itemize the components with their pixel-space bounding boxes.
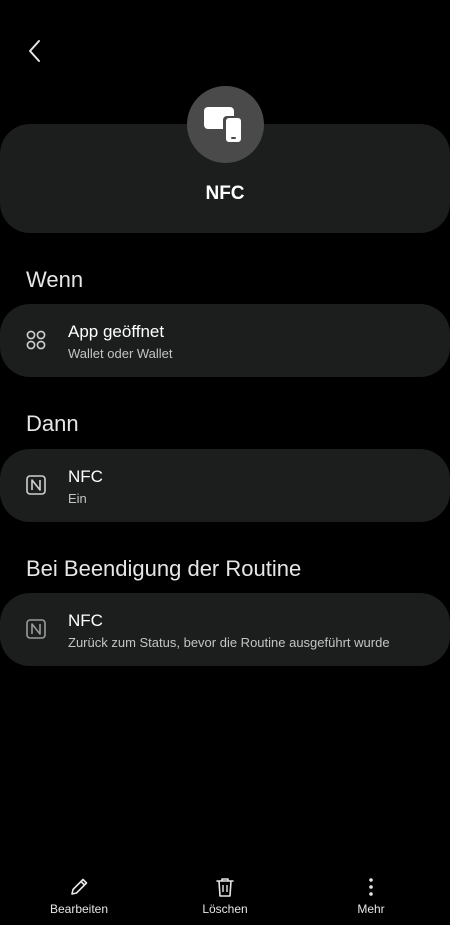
more-vertical-icon	[369, 878, 373, 896]
condition-card-app-opened[interactable]: App geöffnet Wallet oder Wallet	[0, 304, 450, 377]
back-button[interactable]	[18, 34, 50, 68]
card-title: App geöffnet	[68, 322, 165, 341]
section-title-end: Bei Beendigung der Routine	[26, 556, 302, 581]
pencil-icon	[71, 878, 88, 895]
nfc-icon	[24, 473, 48, 497]
section-title-then: Dann	[26, 411, 79, 436]
more-button[interactable]: Mehr	[316, 868, 426, 918]
routine-icon	[187, 86, 264, 163]
more-label: Mehr	[357, 902, 385, 916]
card-title: NFC	[68, 611, 103, 630]
action-card-nfc[interactable]: NFC Ein	[0, 449, 450, 522]
delete-label: Löschen	[202, 902, 248, 916]
devices-icon	[203, 106, 243, 144]
edit-button[interactable]: Bearbeiten	[24, 868, 134, 918]
routine-detail-screen: NFC Wenn App geöffnet Wallet oder Wallet…	[0, 0, 450, 925]
delete-button[interactable]: Löschen	[170, 868, 280, 918]
card-subtitle: Wallet oder Wallet	[68, 346, 173, 361]
card-subtitle: Ein	[68, 491, 87, 506]
card-subtitle: Zurück zum Status, bevor die Routine aus…	[68, 635, 390, 650]
apps-icon	[24, 328, 48, 352]
chevron-left-icon	[29, 40, 40, 62]
routine-title: NFC	[205, 183, 245, 204]
nfc-icon	[24, 617, 48, 641]
end-action-card-nfc[interactable]: NFC Zurück zum Status, bevor die Routine…	[0, 593, 450, 666]
card-title: NFC	[68, 467, 103, 486]
edit-label: Bearbeiten	[49, 902, 109, 916]
section-title-when: Wenn	[26, 267, 84, 292]
trash-icon	[216, 878, 234, 897]
bottom-action-bar: Bearbeiten Löschen Mehr	[0, 868, 450, 925]
